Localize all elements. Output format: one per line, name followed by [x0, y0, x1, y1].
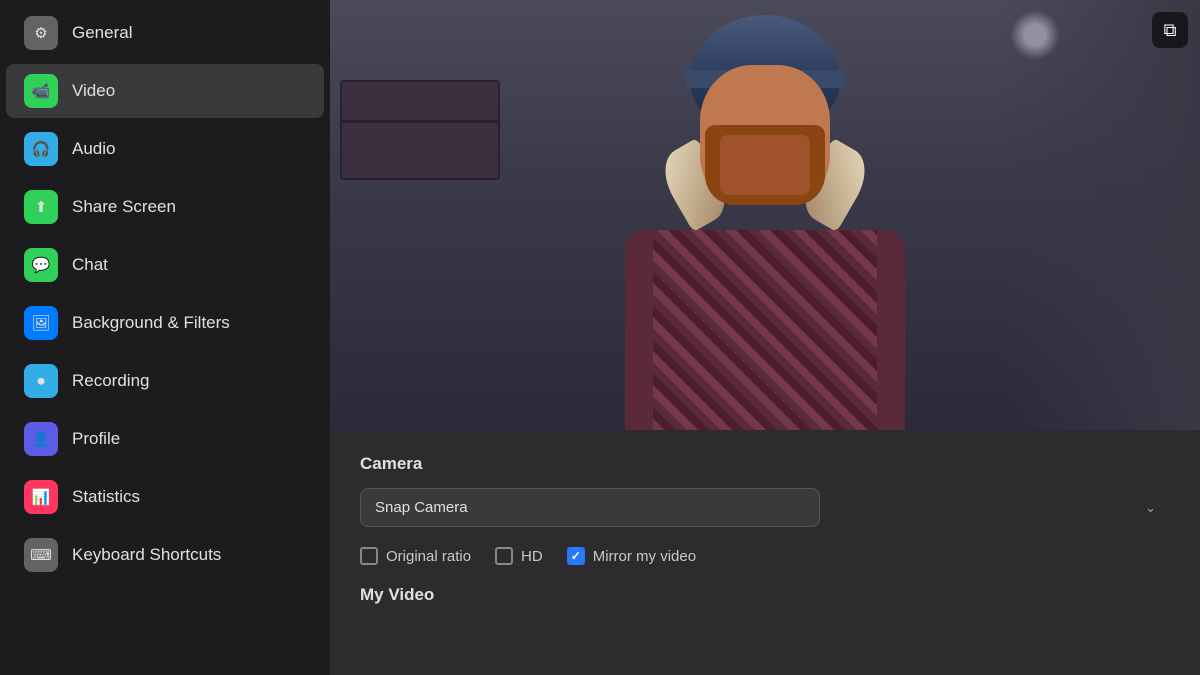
- sidebar-item-audio[interactable]: 🎧 Audio: [6, 122, 324, 176]
- sidebar-item-share-screen[interactable]: ⬆ Share Screen: [6, 180, 324, 234]
- general-icon: ⚙: [24, 16, 58, 50]
- sidebar-item-keyboard-shortcuts[interactable]: ⌨ Keyboard Shortcuts: [6, 528, 324, 582]
- sidebar-label-recording: Recording: [72, 371, 150, 391]
- share-screen-icon: ⬆: [24, 190, 58, 224]
- profile-icon: 👤: [24, 422, 58, 456]
- sidebar-label-chat: Chat: [72, 255, 108, 275]
- sidebar-label-profile: Profile: [72, 429, 120, 449]
- checkbox-row: Original ratio HD Mirror my video: [360, 547, 1170, 565]
- sidebar-item-general[interactable]: ⚙ General: [6, 6, 324, 60]
- sidebar-label-audio: Audio: [72, 139, 115, 159]
- sidebar-item-background-filters[interactable]: 🖼 Background & Filters: [6, 296, 324, 350]
- sidebar-label-background-filters: Background & Filters: [72, 313, 230, 333]
- sidebar-item-statistics[interactable]: 📊 Statistics: [6, 470, 324, 524]
- checkbox-original-ratio[interactable]: [360, 547, 378, 565]
- checkbox-hd[interactable]: [495, 547, 513, 565]
- sidebar-item-recording[interactable]: ⏺ Recording: [6, 354, 324, 408]
- chevron-down-icon: ⌄: [1145, 500, 1156, 516]
- my-video-label: My Video: [360, 585, 1170, 605]
- head: [685, 65, 845, 245]
- beard: [705, 125, 825, 205]
- keyboard-shortcuts-icon: ⌨: [24, 538, 58, 572]
- camera-select[interactable]: Snap CameraFaceTime HD CameraVirtual Cam…: [360, 488, 820, 527]
- checkbox-mirror-video[interactable]: [567, 547, 585, 565]
- video-icon: 📹: [24, 74, 58, 108]
- checkbox-label-mirror-video: Mirror my video: [593, 548, 696, 565]
- camera-select-wrap: Snap CameraFaceTime HD CameraVirtual Cam…: [360, 488, 1170, 527]
- chat-icon: 💬: [24, 248, 58, 282]
- main-panel: ⧉ Camera Snap CameraFaceTime HD CameraVi…: [330, 0, 1200, 675]
- settings-panel: Camera Snap CameraFaceTime HD CameraVirt…: [330, 430, 1200, 675]
- sidebar-label-video: Video: [72, 81, 115, 101]
- shirt: [625, 230, 905, 430]
- sidebar-item-chat[interactable]: 💬 Chat: [6, 238, 324, 292]
- camera-label: Camera: [360, 454, 1170, 474]
- sidebar-item-video[interactable]: 📹 Video: [6, 64, 324, 118]
- checkbox-item-original-ratio[interactable]: Original ratio: [360, 547, 471, 565]
- recording-icon: ⏺: [24, 364, 58, 398]
- face: [700, 65, 830, 205]
- statistics-icon: 📊: [24, 480, 58, 514]
- video-preview: ⧉: [330, 0, 1200, 430]
- sidebar-item-profile[interactable]: 👤 Profile: [6, 412, 324, 466]
- checkbox-label-hd: HD: [521, 548, 543, 565]
- pip-button[interactable]: ⧉: [1152, 12, 1188, 48]
- checkbox-item-mirror-video[interactable]: Mirror my video: [567, 547, 696, 565]
- sidebar: ⚙ General 📹 Video 🎧 Audio ⬆ Share Screen 💬 Chat 🖼 B…: [0, 0, 330, 675]
- sidebar-label-statistics: Statistics: [72, 487, 140, 507]
- sidebar-label-keyboard-shortcuts: Keyboard Shortcuts: [72, 545, 221, 565]
- checkbox-label-original-ratio: Original ratio: [386, 548, 471, 565]
- audio-icon: 🎧: [24, 132, 58, 166]
- background-filters-icon: 🖼: [24, 306, 58, 340]
- checkbox-item-hd[interactable]: HD: [495, 547, 543, 565]
- sidebar-label-share-screen: Share Screen: [72, 197, 176, 217]
- sidebar-label-general: General: [72, 23, 132, 43]
